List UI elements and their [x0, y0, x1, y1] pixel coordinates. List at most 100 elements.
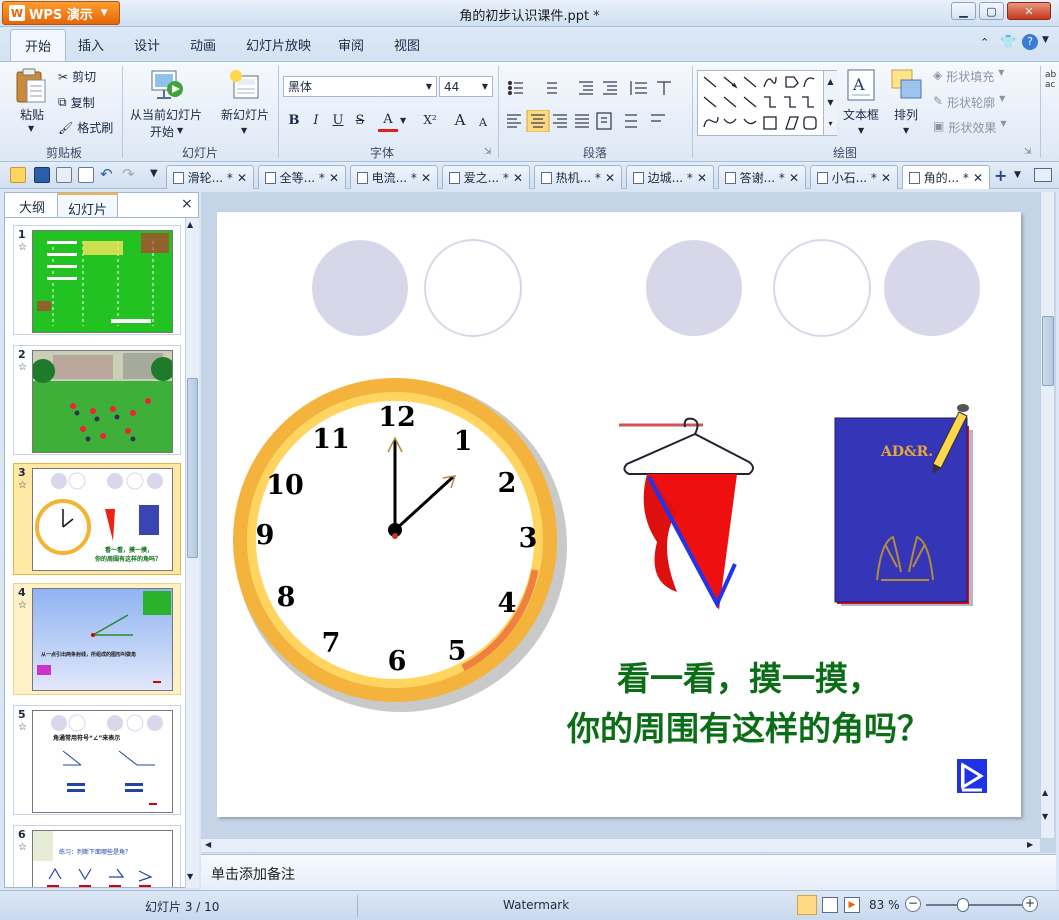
slide-thumbnail-6[interactable]: 6 ☆ 练习：判断下面哪些是角？ [13, 825, 181, 887]
slide-text-line1[interactable]: 看一看，摸一摸， [617, 652, 881, 700]
tab-close-icon[interactable]: ✕ [973, 171, 983, 185]
tab-close-icon[interactable]: ✕ [881, 171, 891, 185]
maximize-button[interactable]: ▢ [979, 2, 1004, 20]
scroll-right-icon[interactable]: ▶ [1027, 840, 1033, 849]
new-slide-icon[interactable] [228, 68, 262, 102]
slide-vertical-scrollbar[interactable]: ▲ ▼ [1040, 192, 1054, 838]
arrange-dropdown-icon[interactable]: ▼ [903, 126, 909, 135]
font-dialog-launcher-icon[interactable]: ⇲ [484, 147, 492, 157]
zoom-slider[interactable] [926, 904, 1022, 906]
slide-thumbnail-5[interactable]: 5 ☆ 角通常用符号“∠”来表示 [13, 705, 181, 815]
drawing-dialog-launcher-icon[interactable]: ⇲ [1024, 147, 1032, 157]
panel-close-icon[interactable]: × [181, 196, 193, 212]
menu-slideshow[interactable]: 幻灯片放映 [246, 35, 311, 54]
tab-slides[interactable]: 幻灯片 [57, 193, 119, 218]
font-size-select[interactable]: 44 ▼ [439, 76, 493, 97]
paste-icon[interactable] [14, 68, 48, 104]
textbox-dropdown-icon[interactable]: ▼ [858, 126, 864, 135]
new-tab-icon[interactable]: + [994, 166, 1007, 185]
quick-access-menu-icon[interactable]: ▼ [150, 168, 158, 179]
slide-thumbnail-3-selected[interactable]: 3 ☆ 看一看，摸一摸， 你的周围有这样的角吗？ [13, 463, 181, 575]
superscript-button[interactable]: X² [420, 110, 440, 130]
shape-fill-button[interactable]: ◈ 形状填充 ▼ [933, 68, 1004, 85]
window-switch-icon[interactable] [1034, 168, 1052, 182]
format-painter-button[interactable]: 🖌 格式刷 [58, 119, 113, 136]
from-current-dropdown-icon[interactable]: ▼ [177, 126, 183, 135]
ribbon-more-icon[interactable]: ab ac [1045, 70, 1059, 142]
tab-close-icon[interactable]: ✕ [237, 171, 247, 185]
paste-button[interactable]: 粘贴 [20, 106, 44, 123]
arrange-icon[interactable] [890, 68, 924, 102]
redo-icon[interactable]: ↷ [122, 165, 135, 183]
strikethrough-button[interactable]: S [350, 110, 370, 130]
tab-list-icon[interactable]: ▼ [1014, 170, 1021, 180]
underline-button[interactable]: U [328, 110, 348, 130]
textbox-button[interactable]: 文本框 [843, 106, 879, 123]
italic-button[interactable]: I [306, 110, 326, 130]
font-color-dropdown-icon[interactable]: ▼ [400, 116, 406, 125]
tab-close-icon[interactable]: ✕ [513, 171, 523, 185]
panel-scrollbar[interactable]: ▲ ▼ [185, 218, 199, 888]
textbox-icon[interactable]: A [846, 68, 876, 102]
new-slide-dropdown-icon[interactable]: ▼ [241, 126, 247, 135]
doc-tab[interactable]: 热机... * ✕ [534, 165, 622, 189]
previous-slide-icon[interactable]: ▲ [1042, 788, 1048, 797]
zoom-out-button[interactable]: − [905, 896, 921, 912]
tab-close-icon[interactable]: ✕ [421, 171, 431, 185]
slide-text-line2[interactable]: 你的周围有这样的角吗？ [567, 702, 930, 750]
bold-button[interactable]: B [284, 110, 304, 130]
minimize-button[interactable]: ▁ [951, 2, 976, 20]
slide-sorter-view-icon[interactable] [822, 897, 838, 913]
print-icon[interactable] [56, 167, 72, 183]
doc-tab[interactable]: 边城... * ✕ [626, 165, 714, 189]
scroll-down-icon[interactable]: ▼ [187, 872, 193, 881]
normal-view-icon[interactable] [797, 895, 817, 915]
collapse-ribbon-icon[interactable]: ⌃ [980, 36, 989, 49]
menu-view[interactable]: 视图 [394, 35, 420, 54]
play-from-current-icon[interactable] [150, 68, 184, 102]
doc-tab[interactable]: 电流... * ✕ [350, 165, 438, 189]
scroll-left-icon[interactable]: ◀ [205, 840, 211, 849]
tab-close-icon[interactable]: ✕ [329, 171, 339, 185]
slide-canvas[interactable]: 12 1 2 3 4 5 6 7 8 9 10 11 AD&R. 看一看，摸一摸… [217, 212, 1021, 817]
from-current-slide-button-line2[interactable]: 开始 [150, 123, 174, 140]
zoom-slider-handle[interactable] [957, 898, 969, 912]
cut-button[interactable]: ✂ 剪切 [58, 68, 96, 85]
open-folder-icon[interactable] [10, 167, 26, 183]
shape-gallery-scroll[interactable]: ▲ ▼ ▾ [823, 71, 837, 135]
tab-outline[interactable]: 大纲 [9, 193, 55, 217]
doc-tab[interactable]: 答谢... * ✕ [718, 165, 806, 189]
shape-outline-button[interactable]: ✎ 形状轮廓 ▼ [933, 94, 1005, 111]
tab-close-icon[interactable]: ✕ [605, 171, 615, 185]
font-name-select[interactable]: 黑体 ▼ [283, 76, 437, 97]
menu-home[interactable]: 开始 [10, 29, 67, 61]
save-icon[interactable] [34, 167, 50, 183]
doc-tab[interactable]: 爱之... * ✕ [442, 165, 530, 189]
menu-animation[interactable]: 动画 [190, 35, 216, 54]
notes-area[interactable]: 单击添加备注 [201, 854, 1056, 890]
menu-design[interactable]: 设计 [134, 35, 160, 54]
shrink-font-button[interactable]: A [473, 112, 493, 132]
paste-dropdown-icon[interactable]: ▼ [28, 124, 34, 133]
new-slide-button[interactable]: 新幻灯片 [221, 106, 269, 123]
slide-thumbnail-4[interactable]: 4 ☆ 从一点引出两条射线，所组成的图形叫做角 [13, 583, 181, 695]
slide-thumbnail-1[interactable]: 1 ☆ [13, 225, 181, 335]
tab-close-icon[interactable]: ✕ [697, 171, 707, 185]
zoom-in-button[interactable]: + [1022, 896, 1038, 912]
menu-insert[interactable]: 插入 [78, 35, 104, 54]
print-preview-icon[interactable] [78, 167, 94, 183]
next-slide-icon[interactable]: ▼ [1042, 812, 1048, 821]
arrange-button[interactable]: 排列 [894, 106, 918, 123]
slide-thumbnail-2[interactable]: 2 ☆ [13, 345, 181, 455]
grow-font-button[interactable]: A [450, 110, 470, 130]
shape-gallery[interactable]: ▲ ▼ ▾ [697, 70, 837, 136]
next-slide-action-button[interactable] [957, 759, 987, 793]
slide-scroll-thumb[interactable] [1042, 316, 1054, 386]
help-icon[interactable]: ? [1022, 34, 1038, 50]
undo-icon[interactable]: ↶ [100, 165, 113, 183]
font-color-button[interactable]: A [378, 110, 398, 132]
help-dropdown-icon[interactable]: ▼ [1042, 35, 1049, 45]
tab-close-icon[interactable]: ✕ [789, 171, 799, 185]
doc-tab-active[interactable]: 角的... * ✕ [902, 165, 990, 189]
skin-icon[interactable]: 👕 [1000, 35, 1016, 50]
